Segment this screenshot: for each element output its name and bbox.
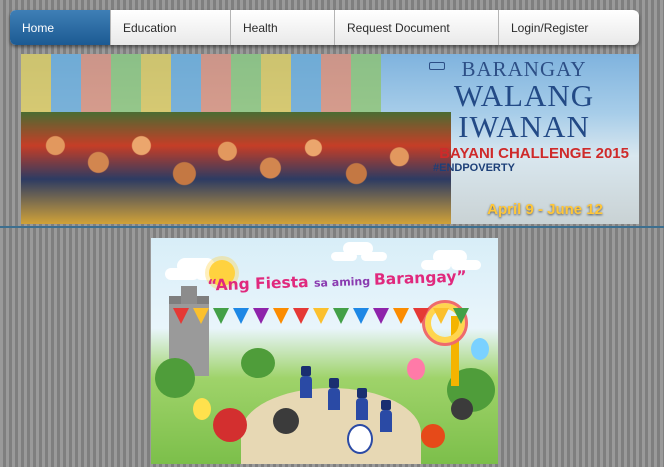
- banner-dates: April 9 - June 12: [487, 201, 603, 218]
- banner-divider: [0, 226, 664, 228]
- band-member: [380, 410, 392, 432]
- fiesta-poster[interactable]: “Ang Fiesta sa aming Barangay”: [151, 238, 498, 464]
- kid: [421, 424, 445, 448]
- banner-crowd-photo: [21, 112, 451, 224]
- nav-health[interactable]: Health: [231, 10, 335, 45]
- nav-education[interactable]: Education: [111, 10, 231, 45]
- tree: [241, 348, 275, 378]
- drum: [347, 424, 373, 454]
- banner-title-block: BARANGAY WALANG IWANAN BAYANI CHALLENGE …: [419, 58, 629, 174]
- poster-title-part1: “Ang Fiesta: [207, 272, 315, 295]
- nav-home[interactable]: Home: [10, 10, 111, 45]
- band-member: [328, 388, 340, 410]
- kid: [273, 408, 299, 434]
- banner-title-line1: BARANGAY: [461, 57, 587, 81]
- cloud: [331, 252, 357, 261]
- tree: [155, 358, 195, 398]
- balloon: [407, 358, 425, 380]
- band-member-hat: [381, 400, 391, 410]
- band-member-hat: [329, 378, 339, 388]
- poster-title-part3: Barangay”: [373, 267, 467, 289]
- cloud: [165, 268, 199, 280]
- kid-red-cap: [213, 408, 247, 442]
- band-member: [300, 376, 312, 398]
- banner-hashtag: #ENDPOVERTY: [433, 162, 515, 174]
- balloon: [471, 338, 489, 360]
- banner-challenge: BAYANI CHALLENGE 2015: [439, 145, 629, 162]
- poster-title: “Ang Fiesta sa aming Barangay”: [207, 267, 467, 294]
- nav-request-document[interactable]: Request Document: [335, 10, 499, 45]
- main-nav: Home Education Health Request Document L…: [10, 10, 639, 45]
- balloon: [193, 398, 211, 420]
- band-member: [356, 398, 368, 420]
- hero-banner[interactable]: BARANGAY WALANG IWANAN BAYANI CHALLENGE …: [21, 54, 639, 224]
- bunting-flags: [173, 308, 483, 330]
- poster-title-part2: sa aming: [313, 274, 375, 290]
- band-member-hat: [357, 388, 367, 398]
- nav-login-register[interactable]: Login/Register: [499, 10, 639, 45]
- banner-title-line2: WALANG: [453, 78, 595, 113]
- band-member-hat: [301, 366, 311, 376]
- banner-title-line3: IWANAN: [458, 109, 590, 144]
- kid: [451, 398, 473, 420]
